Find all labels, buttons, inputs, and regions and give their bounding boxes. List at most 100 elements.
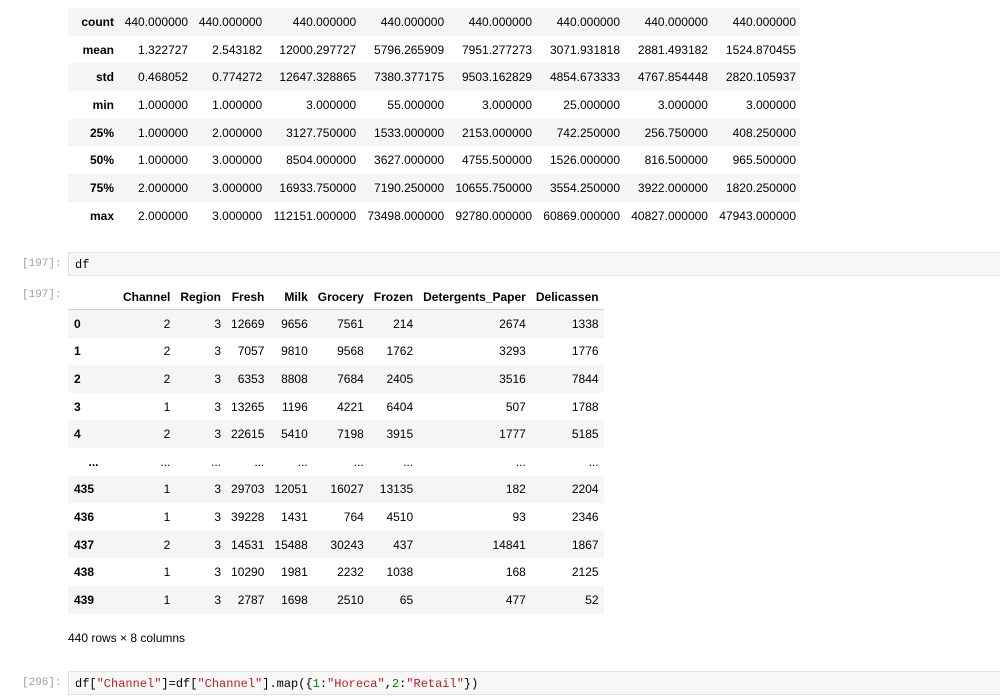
row-index: 4 — [74, 427, 81, 442]
table-cell: 2 — [163, 427, 171, 442]
code-token: 1 — [312, 677, 320, 691]
table-cell: 6353 — [237, 371, 265, 386]
table-cell: 1.000000 — [212, 97, 263, 112]
table-cell: 3.000000 — [212, 180, 263, 195]
row-label: min — [92, 97, 114, 112]
code-text: df["Channel"]=df["Channel"].map({1:"Hore… — [75, 677, 478, 691]
table-row: std 0.468052 0.774272 12647.328865 7380.3771… — [68, 63, 800, 92]
table-cell: 3071.931818 — [549, 42, 621, 57]
code-cell-df[interactable]: df — [68, 252, 1000, 276]
row-index: 2 — [74, 371, 81, 386]
table-cell: 13135 — [379, 482, 414, 497]
table-cell: 2881.493182 — [637, 42, 708, 57]
table-cell: 65 — [399, 592, 414, 607]
describe-table: count 440.000000 440.000000 440.000000 440.0… — [68, 8, 800, 230]
table-row: count 440.000000 440.000000 440.000000 440.0… — [68, 8, 800, 36]
column-header: Channel — [118, 285, 176, 310]
table-cell: 2 — [163, 344, 171, 359]
table-cell: 1 — [163, 509, 171, 524]
table-row: 1 2 3 7057 9810 9568 1762 3293 1776 — [68, 338, 604, 366]
table-cell: 4854.673333 — [549, 70, 621, 85]
table-cell: ... — [297, 454, 308, 469]
table-cell: 408.250000 — [732, 125, 796, 140]
table-cell: 22615 — [231, 427, 265, 442]
table-cell: 112151.000000 — [273, 208, 357, 223]
table-cell: 4221 — [337, 399, 364, 414]
table-cell: 1526.000000 — [549, 153, 621, 168]
table-cell: 40827.000000 — [631, 208, 708, 223]
table-cell: 1431 — [281, 509, 308, 524]
table-cell: 1038 — [386, 565, 414, 580]
table-cell: 92780.000000 — [455, 208, 533, 223]
table-cell: 2232 — [337, 565, 364, 580]
table-cell: 0.468052 — [138, 70, 189, 85]
table-cell: 965.500000 — [732, 153, 796, 168]
table-cell: 3915 — [386, 427, 414, 442]
table-cell: 3293 — [499, 344, 526, 359]
table-cell: 1533.000000 — [374, 125, 445, 140]
table-cell: 39228 — [231, 509, 265, 524]
table-cell: 437 — [393, 537, 414, 552]
table-cell: 8808 — [281, 371, 308, 386]
table-row: 0 2 3 12669 9656 7561 214 2674 1338 — [68, 309, 604, 338]
table-cell: 7844 — [571, 371, 599, 386]
table-cell: 440.000000 — [468, 14, 533, 29]
table-row: 439 1 3 2787 1698 2510 65 477 52 — [68, 585, 604, 614]
table-row: 435 1 3 29703 12051 16027 13135 182 2204 — [68, 475, 604, 504]
table-cell: 0.774272 — [212, 70, 263, 85]
table-cell: 1776 — [571, 344, 599, 359]
table-cell: 1777 — [499, 427, 526, 442]
table-cell: 9810 — [281, 344, 308, 359]
row-label: std — [96, 70, 114, 85]
table-cell: 477 — [505, 592, 526, 607]
table-cell: 52 — [585, 592, 599, 607]
code-text: df — [75, 258, 90, 272]
table-cell: ... — [211, 454, 222, 469]
table-cell: 3 — [214, 592, 222, 607]
table-cell: 7561 — [337, 316, 364, 331]
table-cell: 93 — [512, 509, 526, 524]
table-cell: 4767.854448 — [637, 70, 708, 85]
code-cell-map[interactable]: df["Channel"]=df["Channel"].map({1:"Hore… — [68, 671, 1000, 695]
table-cell: 440.000000 — [198, 14, 263, 29]
row-label: mean — [82, 42, 114, 57]
table-cell: 1981 — [281, 565, 308, 580]
column-header: Milk — [269, 285, 313, 310]
column-header: Delicassen — [530, 285, 604, 310]
table-cell: 2787 — [237, 592, 265, 607]
table-cell: 3.000000 — [212, 153, 263, 168]
table-cell: 60869.000000 — [543, 208, 621, 223]
table-cell: 1.322727 — [138, 42, 189, 57]
table-cell: 440.000000 — [292, 14, 357, 29]
table-cell: 507 — [505, 399, 526, 414]
table-cell: 816.500000 — [644, 153, 708, 168]
table-cell: 12051 — [274, 482, 308, 497]
table-cell: 55.000000 — [387, 97, 445, 112]
table-cell: 47943.000000 — [719, 208, 796, 223]
table-cell: 5185 — [571, 427, 599, 442]
dataframe-shape: 440 rows × 8 columns — [68, 631, 186, 645]
table-cell: 3 — [214, 427, 222, 442]
table-row: min 1.000000 1.000000 3.000000 55.000000 3.00… — [68, 91, 800, 119]
table-cell: 3 — [214, 509, 222, 524]
table-cell: 7198 — [337, 427, 364, 442]
row-index: ... — [88, 454, 99, 469]
table-cell: 12647.328865 — [279, 70, 357, 85]
table-cell: 2510 — [337, 592, 364, 607]
column-header: Frozen — [368, 285, 419, 310]
row-label: 75% — [89, 180, 114, 195]
row-index: 436 — [74, 509, 95, 524]
row-index: 438 — [74, 565, 95, 580]
table-cell: 3 — [214, 399, 222, 414]
output-prompt: [197]: — [22, 289, 62, 301]
table-cell: 182 — [505, 482, 526, 497]
table-cell: 440.000000 — [732, 14, 796, 29]
table-cell: 3.000000 — [657, 97, 708, 112]
column-header: Region — [175, 285, 227, 310]
table-cell: ... — [254, 454, 265, 469]
row-index: 439 — [74, 592, 95, 607]
row-label: 25% — [89, 125, 114, 140]
table-cell: 12669 — [231, 316, 265, 331]
table-cell: 3.000000 — [306, 97, 357, 112]
table-cell: 29703 — [231, 482, 265, 497]
